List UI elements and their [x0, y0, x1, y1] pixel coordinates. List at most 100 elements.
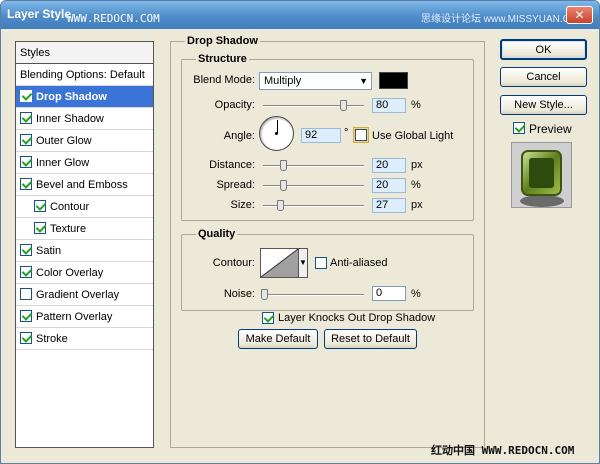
opacity-unit: %: [411, 99, 421, 111]
size-unit: px: [411, 199, 423, 211]
new-style-button[interactable]: New Style...: [500, 95, 587, 115]
blend-mode-label: Blend Mode:: [193, 74, 255, 86]
make-default-button[interactable]: Make Default: [238, 329, 318, 349]
sidebar-item-checkbox[interactable]: [20, 266, 32, 278]
sidebar-item-label: Outer Glow: [36, 135, 92, 147]
preview-checkbox[interactable]: [513, 122, 525, 134]
opacity-label: Opacity:: [214, 99, 255, 111]
blending-options-item[interactable]: Blending Options: Default: [16, 64, 153, 86]
sidebar-item-inner-glow[interactable]: Inner Glow: [16, 152, 153, 174]
quality-group: Quality Contour: ▼ Anti-aliased Noise: 0: [181, 228, 474, 311]
preview-label[interactable]: Preview: [529, 122, 572, 136]
footer-watermark: 红动中国 WWW.REDOCN.COM: [431, 444, 575, 457]
layer-knocks-out-checkbox[interactable]: [262, 312, 274, 324]
styles-list: Styles Blending Options: Default Drop Sh…: [15, 41, 154, 448]
distance-unit: px: [411, 159, 423, 171]
size-field[interactable]: 27: [372, 198, 406, 213]
panel-title: Drop Shadow: [185, 35, 260, 47]
distance-field[interactable]: 20: [372, 158, 406, 173]
layer-knocks-out-label[interactable]: Layer Knocks Out Drop Shadow: [278, 312, 435, 324]
sidebar-item-label: Bevel and Emboss: [36, 179, 128, 191]
sidebar-item-label: Stroke: [36, 333, 68, 345]
distance-slider-track[interactable]: [263, 165, 364, 167]
anti-aliased-checkbox[interactable]: [315, 257, 327, 269]
sidebar-item-label: Gradient Overlay: [36, 289, 120, 301]
angle-dial[interactable]: [259, 116, 294, 151]
contour-label: Contour:: [212, 257, 255, 269]
distance-label: Distance:: [209, 159, 255, 171]
sidebar-item-label: Texture: [50, 223, 87, 235]
sidebar-item-label: Inner Shadow: [36, 113, 104, 125]
sidebar-item-color-overlay[interactable]: Color Overlay: [16, 262, 153, 284]
noise-label: Noise:: [223, 288, 255, 300]
site-watermark: 思缘设计论坛 www.MISSYUAN.COM: [421, 14, 587, 25]
sidebar-item-checkbox[interactable]: [20, 332, 32, 344]
sidebar-item-checkbox[interactable]: [20, 90, 32, 102]
url-watermark: WWW.REDOCN.COM: [67, 12, 160, 25]
sidebar-item-checkbox[interactable]: [20, 310, 32, 322]
window-title: Layer Style: [7, 7, 72, 21]
sidebar-item-texture[interactable]: Texture: [16, 218, 153, 240]
sidebar-item-checkbox[interactable]: [20, 288, 32, 300]
sidebar-item-satin[interactable]: Satin: [16, 240, 153, 262]
styles-header[interactable]: Styles: [16, 42, 153, 64]
blend-mode-select[interactable]: Multiply ▼: [259, 72, 372, 90]
distance-slider-thumb[interactable]: [280, 160, 287, 171]
sidebar-item-inner-shadow[interactable]: Inner Shadow: [16, 108, 153, 130]
chevron-down-icon: ▼: [359, 76, 368, 86]
spread-field[interactable]: 20: [372, 178, 406, 193]
noise-field[interactable]: 0: [372, 286, 406, 301]
spread-slider-track[interactable]: [263, 185, 364, 187]
sidebar-item-checkbox[interactable]: [34, 222, 46, 234]
close-icon[interactable]: ✕: [566, 6, 593, 24]
sidebar-item-checkbox[interactable]: [20, 178, 32, 190]
spread-unit: %: [411, 179, 421, 191]
opacity-field[interactable]: 80: [372, 98, 406, 113]
sidebar-item-label: Drop Shadow: [36, 91, 107, 103]
contour-curve-icon: [261, 249, 298, 277]
sidebar-item-contour[interactable]: Contour: [16, 196, 153, 218]
contour-preview[interactable]: [260, 248, 299, 278]
sidebar-item-outer-glow[interactable]: Outer Glow: [16, 130, 153, 152]
use-global-light-label[interactable]: Use Global Light: [372, 130, 453, 142]
sidebar-item-label: Contour: [50, 201, 90, 213]
shadow-color-swatch[interactable]: [379, 72, 408, 89]
opacity-slider-track[interactable]: [263, 105, 364, 107]
sidebar-item-checkbox[interactable]: [20, 134, 32, 146]
cancel-button[interactable]: Cancel: [500, 67, 587, 87]
sidebar-item-pattern-overlay[interactable]: Pattern Overlay: [16, 306, 153, 328]
structure-title: Structure: [196, 53, 249, 65]
angle-label: Angle:: [223, 130, 255, 142]
sidebar-item-stroke[interactable]: Stroke: [16, 328, 153, 350]
spread-label: Spread:: [216, 179, 255, 191]
preview-swatch-icon: [512, 143, 571, 207]
size-slider-thumb[interactable]: [277, 200, 284, 211]
layer-style-dialog: Layer Style WWW.REDOCN.COM 思缘设计论坛 www.MI…: [0, 0, 600, 464]
sidebar-item-checkbox[interactable]: [20, 112, 32, 124]
noise-unit: %: [411, 288, 421, 300]
spread-slider-thumb[interactable]: [280, 180, 287, 191]
title-bar[interactable]: Layer Style WWW.REDOCN.COM 思缘设计论坛 www.MI…: [1, 1, 599, 29]
contour-dropdown[interactable]: ▼: [298, 248, 308, 278]
sidebar-item-checkbox[interactable]: [34, 200, 46, 212]
quality-title: Quality: [196, 228, 238, 240]
chevron-down-icon: ▼: [299, 258, 307, 267]
opacity-slider-thumb[interactable]: [340, 100, 347, 111]
ok-button[interactable]: OK: [500, 39, 587, 60]
sidebar-item-bevel-and-emboss[interactable]: Bevel and Emboss: [16, 174, 153, 196]
anti-aliased-label[interactable]: Anti-aliased: [330, 257, 387, 269]
structure-group: Structure Blend Mode: Multiply ▼ Opacity…: [181, 53, 474, 221]
sidebar-item-checkbox[interactable]: [20, 156, 32, 168]
angle-field[interactable]: 92: [301, 128, 341, 143]
sidebar-item-checkbox[interactable]: [20, 244, 32, 256]
noise-slider-track[interactable]: [263, 294, 364, 296]
style-preview-thumbnail: [511, 142, 572, 208]
noise-slider-thumb[interactable]: [261, 289, 268, 300]
sidebar-item-drop-shadow[interactable]: Drop Shadow: [16, 86, 153, 108]
sidebar-item-gradient-overlay[interactable]: Gradient Overlay: [16, 284, 153, 306]
use-global-light-checkbox[interactable]: [355, 129, 367, 141]
reset-to-default-button[interactable]: Reset to Default: [324, 329, 417, 349]
size-label: Size:: [230, 199, 255, 211]
sidebar-item-label: Inner Glow: [36, 157, 90, 169]
dialog-body: Styles Blending Options: Default Drop Sh…: [1, 29, 599, 463]
